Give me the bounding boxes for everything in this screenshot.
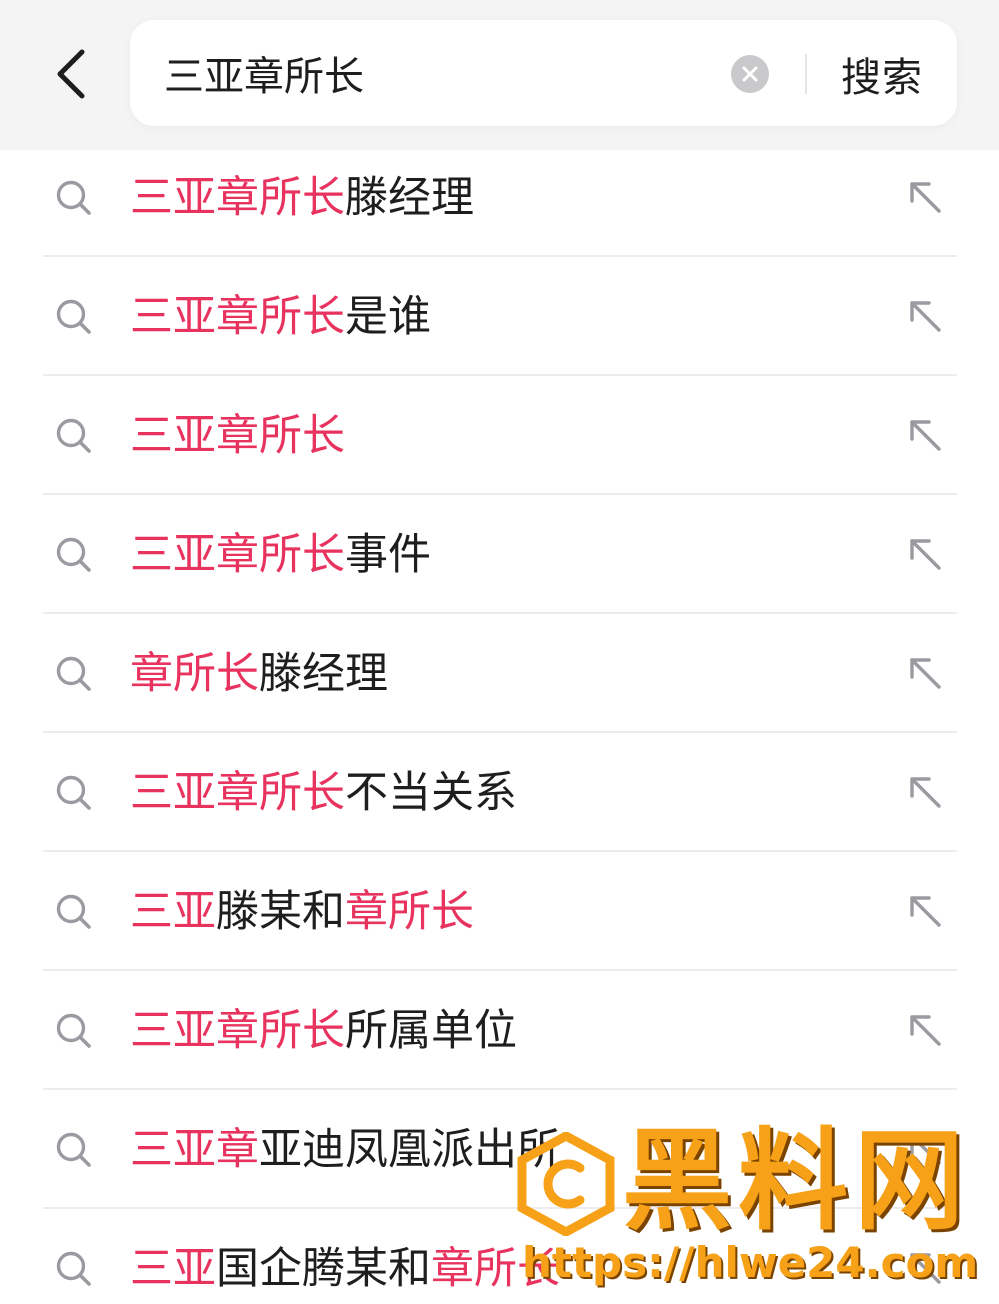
arrow-up-left-icon [910, 1015, 941, 1046]
fill-query-button[interactable] [902, 769, 948, 815]
suggestion-text: 三亚章亚迪凤凰派出所 [130, 1122, 560, 1178]
suggestion-rest: 国企腾某和 [216, 1244, 431, 1294]
search-box: 搜索 [130, 20, 957, 126]
suggestion-row[interactable]: 三亚章所长事件 [0, 495, 999, 614]
search-divider [805, 54, 807, 94]
watermark-url: https://hlwe24.com [522, 1238, 979, 1287]
search-suggestion-page: 搜索 三亚章所长滕经理三亚章所长是谁三亚章所长三亚章所长事件章所长滕经理三亚章所… [0, 0, 999, 1304]
watermark-logo [517, 1132, 615, 1236]
fill-query-button[interactable] [902, 412, 948, 458]
search-icon [56, 1132, 91, 1167]
fill-query-button[interactable] [902, 1007, 948, 1053]
watermark-title: 黑料网 [622, 1117, 970, 1245]
suggestion-text: 章所长滕经理 [130, 646, 388, 702]
arrow-up-left-icon [910, 539, 941, 570]
suggestion-row[interactable]: 三亚滕某和章所长 [0, 852, 999, 971]
suggestion-rest: 事件 [345, 530, 431, 580]
search-icon [56, 775, 91, 810]
search-icon [56, 537, 91, 572]
clear-button[interactable] [731, 55, 769, 93]
arrow-up-left-icon [910, 896, 941, 927]
suggestion-row[interactable]: 三亚章所长 [0, 376, 999, 495]
highlighted-match: 章所长 [345, 887, 474, 937]
highlighted-match: 三亚章所长 [130, 292, 345, 342]
highlighted-match: 三亚章所长 [130, 530, 345, 580]
suggestion-text: 三亚章所长 [130, 408, 345, 464]
suggestion-text: 三亚章所长是谁 [130, 289, 431, 345]
search-button[interactable]: 搜索 [830, 44, 934, 104]
highlighted-match: 三亚章所长 [130, 411, 345, 461]
search-icon [56, 894, 91, 929]
suggestion-rest: 滕经理 [259, 649, 388, 699]
suggestion-row[interactable]: 三亚章所长所属单位 [0, 971, 999, 1090]
search-header: 搜索 [0, 0, 999, 150]
suggestion-rest: 是谁 [345, 292, 431, 342]
highlighted-match: 三亚章所长 [130, 768, 345, 818]
suggestion-rest: 所属单位 [345, 1006, 517, 1056]
suggestion-text: 三亚章所长所属单位 [130, 1003, 517, 1059]
search-icon [56, 299, 91, 334]
suggestion-row[interactable]: 三亚章所长不当关系 [0, 733, 999, 852]
highlighted-match: 三亚章 [130, 1125, 259, 1175]
arrow-up-left-icon [910, 301, 941, 332]
suggestion-row[interactable]: 三亚章所长滕经理 [0, 138, 999, 257]
arrow-up-left-icon [910, 777, 941, 808]
arrow-up-left-icon [910, 420, 941, 451]
clear-circle-icon [742, 66, 758, 82]
fill-query-button[interactable] [902, 888, 948, 934]
suggestion-text: 三亚国企腾某和章所长 [130, 1241, 560, 1297]
fill-query-button[interactable] [902, 174, 948, 220]
suggestion-text: 三亚章所长不当关系 [130, 765, 517, 821]
suggestion-text: 三亚滕某和章所长 [130, 884, 474, 940]
fill-query-button[interactable] [902, 293, 948, 339]
highlighted-match: 章所长 [130, 649, 259, 699]
suggestion-row[interactable]: 三亚章所长是谁 [0, 257, 999, 376]
fill-query-button[interactable] [902, 531, 948, 577]
fill-query-button[interactable] [902, 650, 948, 696]
suggestion-row[interactable]: 章所长滕经理 [0, 614, 999, 733]
search-input[interactable] [164, 42, 724, 104]
suggestion-rest: 不当关系 [345, 768, 517, 818]
search-icon [56, 1013, 91, 1048]
chevron-left-icon [57, 49, 85, 99]
search-icon [56, 180, 91, 215]
search-icon [56, 418, 91, 453]
suggestion-rest: 滕经理 [345, 173, 474, 223]
suggestion-rest: 滕某和 [216, 887, 345, 937]
highlighted-match: 三亚章所长 [130, 1006, 345, 1056]
arrow-up-left-icon [910, 658, 941, 689]
search-icon [56, 656, 91, 691]
suggestion-rest: 亚迪凤凰派出所 [259, 1125, 560, 1175]
back-button[interactable] [40, 36, 104, 112]
suggestion-text: 三亚章所长滕经理 [130, 170, 474, 226]
arrow-up-left-icon [910, 182, 941, 213]
search-icon [56, 1251, 91, 1286]
suggestion-text: 三亚章所长事件 [130, 527, 431, 583]
highlighted-match: 三亚章所长 [130, 173, 345, 223]
highlighted-match: 三亚 [130, 887, 216, 937]
highlighted-match: 三亚 [130, 1244, 216, 1294]
